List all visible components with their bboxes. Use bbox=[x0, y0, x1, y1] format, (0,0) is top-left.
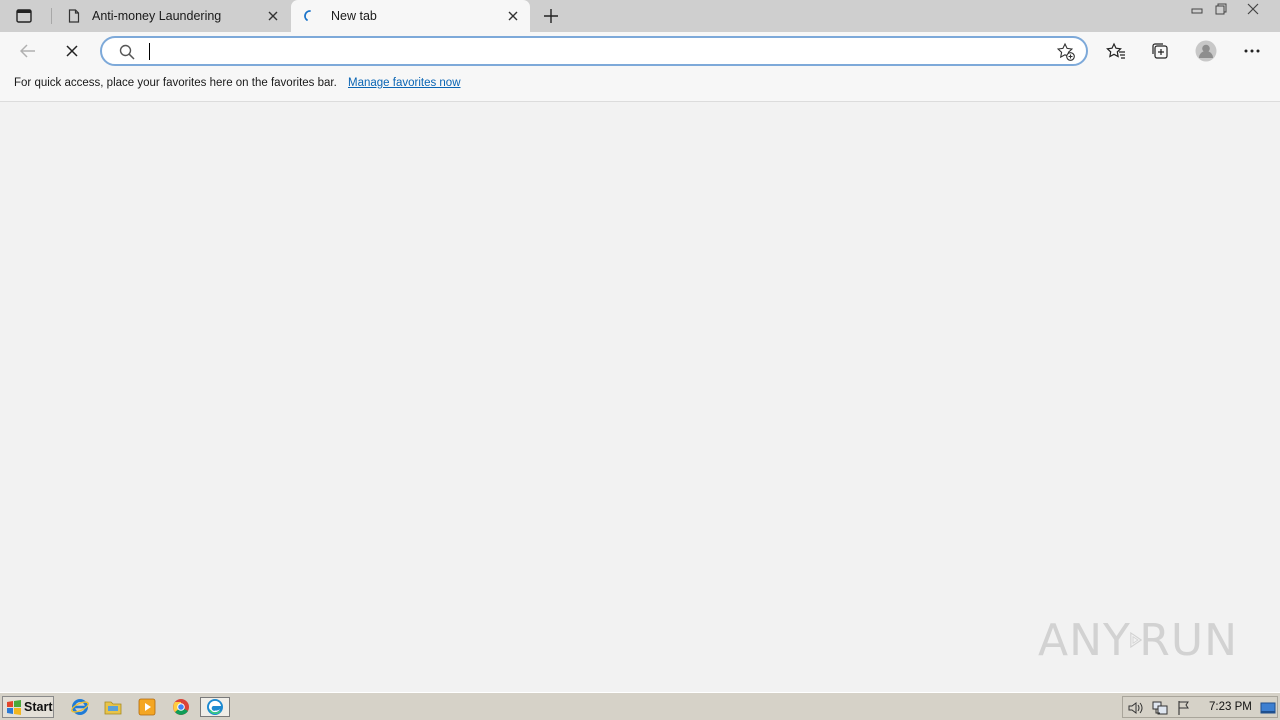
new-tab-button[interactable] bbox=[540, 5, 562, 27]
volume-icon[interactable] bbox=[1127, 700, 1145, 716]
tab-label: Anti-money Laundering bbox=[92, 9, 222, 23]
collections-button[interactable] bbox=[1147, 39, 1173, 63]
stop-loading-button[interactable] bbox=[59, 39, 85, 63]
start-button[interactable]: Start bbox=[2, 696, 54, 718]
more-dots-icon bbox=[1244, 49, 1260, 53]
favorites-bar-message: For quick access, place your favorites h… bbox=[14, 77, 337, 89]
system-tray: 7:23 PM bbox=[1122, 696, 1278, 718]
show-desktop-icon[interactable] bbox=[1259, 700, 1277, 716]
watermark-text-left: ANY bbox=[1038, 614, 1131, 666]
taskbar-edge[interactable] bbox=[200, 697, 230, 717]
taskbar-media-player[interactable] bbox=[136, 697, 158, 717]
close-tab-icon[interactable] bbox=[506, 9, 520, 23]
page-icon bbox=[67, 9, 81, 23]
address-bar[interactable] bbox=[100, 36, 1088, 66]
back-arrow-icon bbox=[20, 44, 35, 58]
restore-icon bbox=[1215, 3, 1227, 15]
folder-icon bbox=[104, 701, 122, 715]
start-label: Start bbox=[24, 700, 53, 714]
tab-strip: Anti-money Laundering New tab bbox=[0, 0, 1280, 32]
network-icon[interactable] bbox=[1151, 700, 1169, 716]
loading-spinner-icon bbox=[303, 9, 317, 23]
close-window-button[interactable] bbox=[1240, 0, 1266, 18]
taskbar-chrome[interactable] bbox=[170, 697, 192, 717]
manage-favorites-link[interactable]: Manage favorites now bbox=[348, 77, 461, 89]
taskbar-file-explorer[interactable] bbox=[102, 697, 124, 717]
tab-anti-money-laundering[interactable]: Anti-money Laundering bbox=[56, 0, 290, 32]
internet-explorer-icon bbox=[71, 699, 89, 715]
action-center-flag-icon[interactable] bbox=[1175, 700, 1193, 716]
favorites-icon bbox=[1106, 42, 1125, 59]
close-icon bbox=[1247, 3, 1259, 15]
favorites-bar: For quick access, place your favorites h… bbox=[0, 70, 1280, 102]
windows-logo-icon bbox=[7, 700, 21, 715]
close-tab-icon[interactable] bbox=[266, 9, 280, 23]
text-caret bbox=[149, 43, 150, 60]
media-player-icon bbox=[138, 698, 156, 716]
navigation-toolbar bbox=[0, 32, 1280, 70]
anyrun-watermark: ANY RUN bbox=[1038, 608, 1238, 672]
add-favorite-button[interactable] bbox=[1056, 42, 1076, 62]
edge-icon bbox=[207, 699, 223, 715]
address-input[interactable] bbox=[148, 41, 1028, 61]
minimize-icon bbox=[1191, 8, 1203, 14]
collections-icon bbox=[1152, 43, 1168, 59]
tab-new-tab[interactable]: New tab bbox=[291, 0, 530, 32]
search-icon bbox=[118, 43, 136, 61]
tab-actions-icon bbox=[16, 9, 32, 23]
taskbar-internet-explorer[interactable] bbox=[69, 697, 91, 717]
settings-more-button[interactable] bbox=[1239, 39, 1265, 63]
taskbar: Start 7:23 PM bbox=[0, 692, 1280, 720]
watermark-text-right: RUN bbox=[1139, 614, 1238, 666]
page-content bbox=[0, 103, 1280, 691]
tab-label: New tab bbox=[331, 9, 377, 23]
profile-button[interactable] bbox=[1193, 39, 1219, 63]
tab-separator bbox=[51, 8, 52, 24]
chrome-icon bbox=[173, 699, 189, 715]
star-add-icon bbox=[1056, 42, 1075, 61]
stop-icon bbox=[66, 45, 78, 57]
plus-icon bbox=[544, 9, 558, 23]
minimize-button[interactable] bbox=[1184, 0, 1210, 18]
back-button[interactable] bbox=[15, 39, 41, 63]
favorites-button[interactable] bbox=[1103, 39, 1129, 63]
clock[interactable]: 7:23 PM bbox=[1209, 701, 1252, 713]
avatar bbox=[1195, 40, 1217, 62]
restore-button[interactable] bbox=[1208, 0, 1234, 18]
tab-actions-button[interactable] bbox=[10, 6, 38, 26]
